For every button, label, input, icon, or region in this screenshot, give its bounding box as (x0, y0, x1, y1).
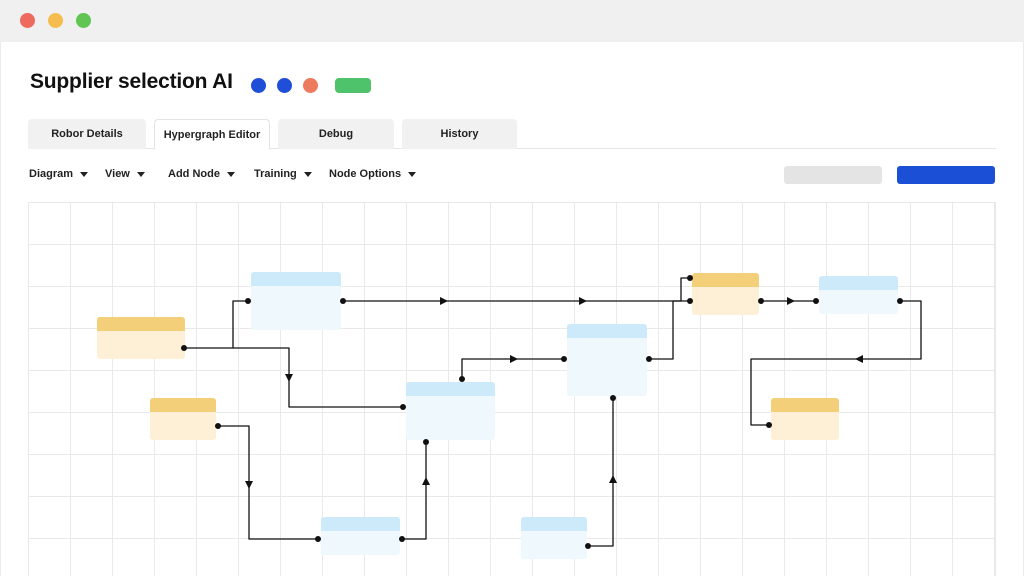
status-dot-3 (303, 78, 318, 93)
port-dot (646, 356, 652, 362)
port-dot (181, 345, 187, 351)
menu-training[interactable]: Training (254, 168, 312, 180)
status-pill (335, 78, 371, 93)
menu-view[interactable]: View (105, 168, 145, 180)
arrowhead-icon (285, 374, 293, 382)
port-dot (687, 275, 693, 281)
port-dot (585, 543, 591, 549)
caret-down-icon (80, 171, 89, 177)
graph-node-header-fill-b2 (406, 390, 495, 396)
graph-node-header-fill-y4 (771, 406, 839, 412)
menu-diagram[interactable]: Diagram (29, 168, 89, 180)
close-window-button[interactable] (20, 13, 35, 28)
minimize-window-button[interactable] (48, 13, 63, 28)
port-dot (766, 422, 772, 428)
graph-node-header-fill-b4 (321, 525, 400, 531)
arrowhead-icon (579, 297, 587, 305)
tab-debug[interactable]: Debug (278, 119, 394, 149)
menu-add-node[interactable]: Add Node (168, 168, 235, 180)
graph-node-header-fill-b6 (819, 284, 898, 290)
menu-training-label: Training (254, 168, 297, 180)
connector-edge (402, 442, 427, 540)
port-dot (340, 298, 346, 304)
status-dot-2 (277, 78, 292, 93)
port-dot (399, 536, 405, 542)
graph-node-header-fill-y3 (692, 281, 759, 287)
port-dot (897, 298, 903, 304)
caret-down-icon (226, 171, 235, 177)
window-titlebar (0, 0, 1024, 42)
port-dot (215, 423, 221, 429)
menu-add-node-label: Add Node (168, 168, 220, 180)
page-title: Supplier selection AI (30, 70, 233, 93)
caret-down-icon (136, 171, 145, 177)
connector-edge (184, 300, 248, 349)
port-dot (561, 356, 567, 362)
maximize-window-button[interactable] (76, 13, 91, 28)
connector-edge (343, 277, 690, 302)
connector-edge (233, 347, 403, 408)
menu-node-options[interactable]: Node Options (329, 168, 417, 180)
port-dot (758, 298, 764, 304)
arrowhead-icon (787, 297, 795, 305)
hypergraph-diagram (97, 272, 922, 559)
status-dot-1 (251, 78, 266, 93)
port-dot (459, 376, 465, 382)
arrowhead-icon (609, 475, 617, 483)
tab-history[interactable]: History (402, 119, 517, 149)
graph-node-header-fill-y2 (150, 406, 216, 412)
tab-robor-details[interactable]: Robor Details (28, 119, 146, 149)
port-dot (315, 536, 321, 542)
port-dot (813, 298, 819, 304)
tab-bar: Robor Details Hypergraph Editor Debug Hi… (28, 119, 996, 150)
connector-edge (588, 398, 614, 547)
arrowhead-icon (510, 355, 518, 363)
secondary-action-button[interactable] (784, 166, 882, 184)
tab-hypergraph-editor[interactable]: Hypergraph Editor (154, 119, 270, 150)
port-dot (687, 298, 693, 304)
graph-node-header-fill-b5 (521, 525, 587, 531)
menu-node-options-label: Node Options (329, 168, 402, 180)
graph-node-header-fill-b1 (251, 280, 341, 286)
port-dot (400, 404, 406, 410)
arrowhead-icon (422, 477, 430, 485)
menu-diagram-label: Diagram (29, 168, 74, 180)
arrowhead-icon (855, 355, 863, 363)
arrowhead-icon (245, 481, 253, 489)
connector-edge (461, 358, 564, 379)
connector-edge (649, 300, 690, 360)
port-dot (245, 298, 251, 304)
port-dot (610, 395, 616, 401)
primary-action-button[interactable] (897, 166, 995, 184)
graph-node-header-fill-y1 (97, 325, 185, 331)
menu-view-label: View (105, 168, 130, 180)
hypergraph-canvas[interactable] (28, 202, 996, 576)
arrowhead-icon (440, 297, 448, 305)
connector-edge (218, 425, 318, 540)
caret-down-icon (408, 171, 417, 177)
graph-node-header-fill-b3 (567, 332, 647, 338)
caret-down-icon (303, 171, 312, 177)
port-dot (423, 439, 429, 445)
